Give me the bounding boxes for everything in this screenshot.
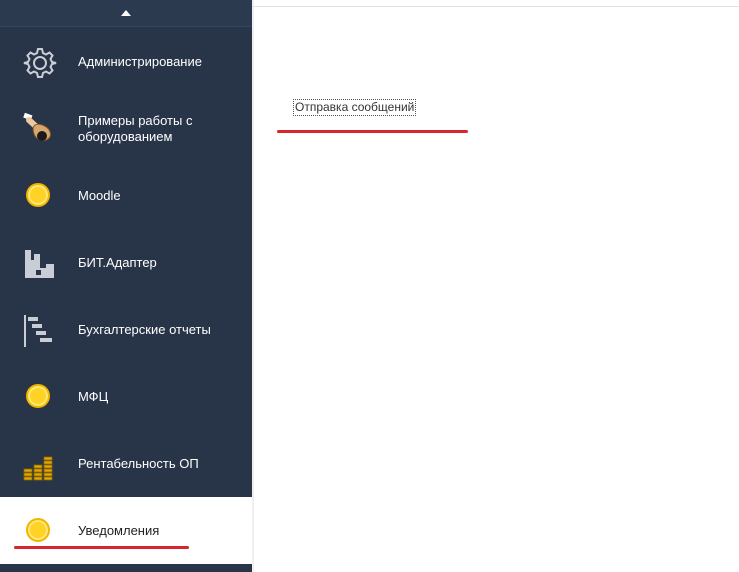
sidebar-item-label: БИТ.Адаптер	[78, 254, 157, 270]
gear-icon	[22, 45, 58, 81]
annotation-underline-link	[277, 130, 468, 133]
scroll-up-button[interactable]	[0, 0, 252, 27]
sidebar-item-notifications[interactable]: Уведомления	[0, 497, 252, 564]
sidebar-item-administration[interactable]: Администрирование	[0, 28, 252, 95]
sidebar-item-label: Бухгалтерские отчеты	[78, 321, 211, 337]
coin-icon	[22, 514, 58, 550]
equipment-icon	[22, 112, 58, 148]
sections-sidebar: Администрирование Примеры работы с обору…	[0, 0, 252, 572]
sidebar-item-accounting-reports[interactable]: Бухгалтерские отчеты	[0, 296, 252, 363]
main-top-border	[252, 6, 739, 7]
annotation-underline-notifications	[14, 546, 189, 549]
panel-separator	[252, 0, 254, 572]
sidebar-item-profitability[interactable]: Рентабельность ОП	[0, 430, 252, 497]
send-messages-link[interactable]: Отправка сообщений	[293, 99, 417, 116]
chevron-up-icon	[121, 10, 131, 16]
sidebar-item-label: Примеры работы с оборудованием	[78, 112, 193, 144]
sidebar-item-label: Администрирование	[78, 53, 202, 69]
sidebar-item-label: Рентабельность ОП	[78, 455, 199, 471]
sidebar-item-mfc[interactable]: МФЦ	[0, 363, 252, 430]
factory-icon	[22, 246, 58, 282]
report-list-icon	[22, 313, 58, 349]
sidebar-item-equipment-examples[interactable]: Примеры работы с оборудованием	[0, 95, 252, 162]
sidebar-item-bit-adapter[interactable]: БИТ.Адаптер	[0, 229, 252, 296]
coin-icon	[22, 179, 58, 215]
sidebar-item-moodle[interactable]: Moodle	[0, 162, 252, 229]
sidebar-bottom-edge	[0, 564, 252, 572]
coins-stack-icon	[22, 447, 58, 483]
sidebar-item-label: Moodle	[78, 187, 121, 203]
coin-icon	[22, 380, 58, 416]
sidebar-item-label: МФЦ	[78, 388, 109, 404]
sidebar-item-label: Уведомления	[78, 522, 160, 538]
